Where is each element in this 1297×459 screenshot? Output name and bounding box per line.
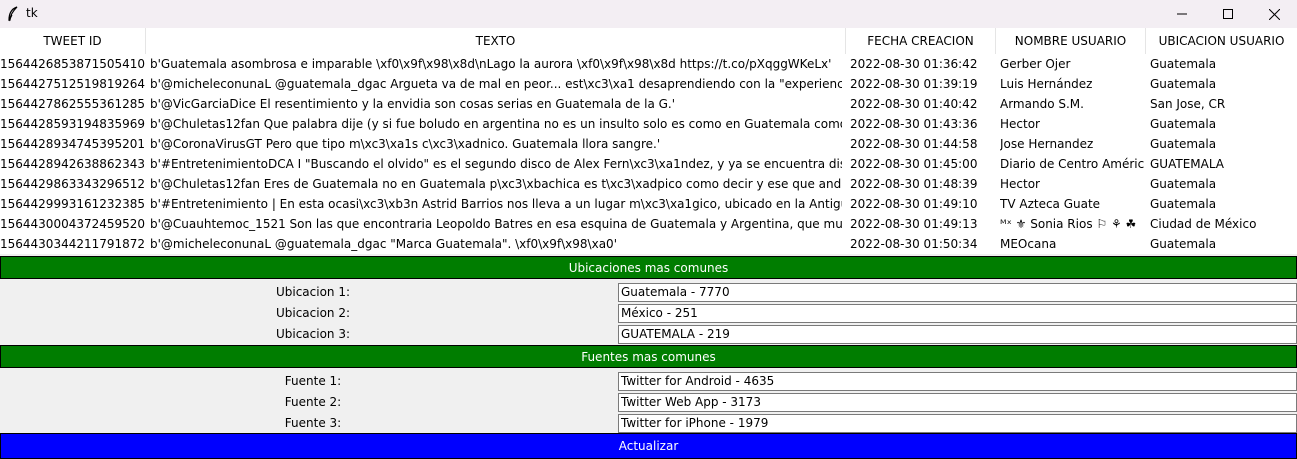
title-bar: tk [0,0,1297,28]
cell-tweet-id: 1564427512519819264 [0,77,145,91]
close-button[interactable] [1251,0,1297,28]
actualizar-button[interactable]: Actualizar [0,433,1297,459]
ubicacion-2-label: Ubicacion 2: [275,306,351,320]
minimize-button[interactable] [1159,0,1205,28]
cell-texto: b'@Chuletas12fan Eres de Guatemala no en… [150,177,842,191]
table-row[interactable]: 1564430344211791872 b'@micheleconunaL @gu… [0,234,1297,254]
cell-tweet-id: 1564428934745395201 [0,137,145,151]
maximize-icon [1223,9,1233,19]
cell-texto: b'@micheleconunaL @guatemala_dgac Arguet… [150,77,842,91]
column-header-texto[interactable]: TEXTO [146,28,846,54]
cell-nombre: Jose Hernandez [1000,137,1094,151]
cell-ubicacion: GUATEMALA [1150,157,1225,171]
table-row[interactable]: 1564427512519819264 b'@micheleconunaL @gu… [0,74,1297,94]
ubicacion-1-label: Ubicacion 1: [275,285,351,299]
cell-fecha: 2022-08-30 01:49:10 [850,197,978,211]
table-row[interactable]: 1564426853871505410 b'Guatemala asombrosa… [0,54,1297,74]
ubicacion-2-field[interactable]: México - 251 [618,304,1297,323]
cell-nombre: TV Azteca Guate [1000,197,1101,211]
fuente-1-label: Fuente 1: [284,374,342,388]
cell-fecha: 2022-08-30 01:48:39 [850,177,978,191]
tweets-table[interactable]: TWEET ID TEXTO FECHA CREACION NOMBRE USU… [0,28,1297,254]
cell-fecha: 2022-08-30 01:44:58 [850,137,978,151]
fuente-1-field[interactable]: Twitter for Android - 4635 [618,372,1297,391]
cell-texto: b'@Chuletas12fan Que palabra dije (y si … [150,117,842,131]
table-row[interactable]: 1564427862555361285 b'@VicGarciaDice El r… [0,94,1297,114]
table-row[interactable]: 1564430004372459520 b'@Cuauhtemoc_1521 So… [0,214,1297,234]
maximize-button[interactable] [1205,0,1251,28]
cell-ubicacion: Guatemala [1150,117,1217,131]
minimize-icon [1177,13,1187,15]
column-header-nombre[interactable]: NOMBRE USUARIO [996,28,1146,54]
cell-fecha: 2022-08-30 01:50:34 [850,237,978,251]
cell-fecha: 2022-08-30 01:49:13 [850,217,978,231]
cell-texto: b'#EntretenimientoDCA I "Buscando el olv… [150,157,842,171]
cell-ubicacion: Guatemala [1150,137,1217,151]
cell-fecha: 2022-08-30 01:45:00 [850,157,978,171]
fuente-3-label: Fuente 3: [284,416,342,430]
cell-texto: b'@Cuauhtemoc_1521 Son las que encontrar… [150,217,842,231]
cell-fecha: 2022-08-30 01:36:42 [850,57,978,71]
cell-nombre: MEOcana [1000,237,1057,251]
column-header-tweet-id[interactable]: TWEET ID [0,28,146,54]
cell-texto: b'#Entretenimiento | En esta ocasi\xc3\x… [150,197,842,211]
cell-texto: b'@micheleconunaL @guatemala_dgac "Marca… [150,237,617,251]
cell-ubicacion: Guatemala [1150,237,1217,251]
table-row[interactable]: 1564428934745395201 b'@CoronaVirusGT Pero… [0,134,1297,154]
cell-tweet-id: 1564430344211791872 [0,237,145,251]
ubicaciones-header: Ubicaciones mas comunes [0,256,1297,279]
cell-texto: b'Guatemala asombrosa e imparable \xf0\x… [150,57,832,71]
cell-nombre: Gerber Ojer [1000,57,1071,71]
cell-texto: b'@VicGarciaDice El resentimiento y la e… [150,97,676,111]
fuente-2-label: Fuente 2: [284,395,342,409]
table-row[interactable]: 1564429993161232385 b'#Entretenimiento | … [0,194,1297,214]
ubicacion-1-field[interactable]: Guatemala - 7770 [618,283,1297,302]
table-row[interactable]: 1564428942638862343 b'#EntretenimientoDCA… [0,154,1297,174]
close-icon [1268,8,1280,20]
table-row[interactable]: 1564429863343296512 b'@Chuletas12fan Eres… [0,174,1297,194]
fuente-2-field[interactable]: Twitter Web App - 3173 [618,393,1297,412]
cell-ubicacion: Guatemala [1150,197,1217,211]
cell-ubicacion: Guatemala [1150,57,1217,71]
cell-fecha: 2022-08-30 01:40:42 [850,97,978,111]
cell-tweet-id: 1564430004372459520 [0,217,145,231]
window-title: tk [26,6,38,20]
cell-ubicacion: Guatemala [1150,77,1217,91]
cell-nombre: Hector [1000,177,1040,191]
ubicacion-3-field[interactable]: GUATEMALA - 219 [618,325,1297,344]
cell-texto: b'@CoronaVirusGT Pero que tipo m\xc3\xa1… [150,137,661,151]
fuente-3-field[interactable]: Twitter for iPhone - 1979 [618,414,1297,433]
cell-tweet-id: 1564429863343296512 [0,177,145,191]
column-header-fecha[interactable]: FECHA CREACION [846,28,996,54]
cell-tweet-id: 1564429993161232385 [0,197,145,211]
cell-ubicacion: Ciudad de México [1150,217,1257,231]
cell-ubicacion: San Jose, CR [1150,97,1226,111]
feather-icon [8,6,18,22]
cell-tweet-id: 1564428593194835969 [0,117,145,131]
cell-fecha: 2022-08-30 01:43:36 [850,117,978,131]
cell-tweet-id: 1564427862555361285 [0,97,145,111]
cell-tweet-id: 1564426853871505410 [0,57,145,71]
column-header-ubicacion[interactable]: UBICACION USUARIO [1146,28,1297,54]
ubicacion-3-label: Ubicacion 3: [275,327,351,341]
cell-tweet-id: 1564428942638862343 [0,157,145,171]
cell-nombre: Diario de Centro América [1000,157,1144,171]
fuentes-header: Fuentes mas comunes [0,345,1297,368]
cell-nombre: Armando S.M. [1000,97,1084,111]
cell-ubicacion: Guatemala [1150,177,1217,191]
cell-fecha: 2022-08-30 01:39:19 [850,77,978,91]
table-row[interactable]: 1564428593194835969 b'@Chuletas12fan Que … [0,114,1297,134]
table-header: TWEET ID TEXTO FECHA CREACION NOMBRE USU… [0,28,1297,54]
cell-nombre: ᴹˣ ⚜ Sonia Rios ⚐ ⚘ ☘ [1000,217,1137,231]
cell-nombre: Luis Hernández [1000,77,1093,91]
cell-nombre: Hector [1000,117,1040,131]
